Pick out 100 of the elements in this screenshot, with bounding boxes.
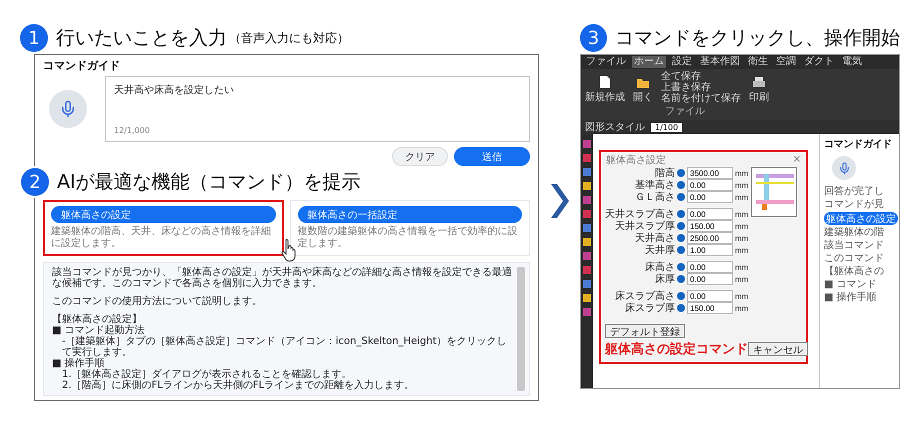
highlight-caption: 躯体高さの設定コマンド: [605, 340, 748, 358]
answer-text: 1.［躯体高さ設定］ダイアログが表示されることを確認します。: [61, 369, 353, 380]
unit-label: mm: [735, 222, 748, 230]
ribbon-group-label: ファイル: [665, 105, 705, 118]
side-panel-text: 該当コマンド: [824, 240, 885, 251]
step-title: コマンドをクリックし、操作開始: [615, 26, 900, 51]
save-menu-item[interactable]: 上書き保存: [661, 82, 741, 93]
answer-text: 【躯体高さの設定】: [52, 314, 142, 325]
step-title: 行いたいことを入力: [56, 26, 227, 51]
field-label: 階高: [654, 166, 675, 180]
height-input[interactable]: 150.00: [687, 302, 733, 314]
command-button[interactable]: 躯体高さの設定: [51, 206, 276, 223]
command-button[interactable]: 躯体高さの設定: [824, 212, 898, 225]
folder-icon: [636, 77, 650, 89]
menu-tab[interactable]: ファイル: [584, 56, 628, 68]
answer-text: 該当コマンドが見つかり、「躯体高さの設定」が天井高や床高などの詳細な高さ情報を設定できる最適な候補です。このコマンドで各高さを個別に入力できます。: [52, 267, 513, 289]
answer-text: -［建築躯体］タブの［躯体高さ設定］コマンド（アイコン：icon_Skelton_Height）をクリックして実行します。: [61, 336, 508, 358]
unit-label: mm: [735, 304, 748, 312]
printer-icon: [752, 76, 766, 89]
menu-tab[interactable]: 空調: [774, 56, 798, 68]
menu-tab[interactable]: 電気: [840, 56, 864, 68]
height-input[interactable]: 3500.00: [687, 167, 733, 179]
answer-text: 2.［階高］に床側のFLラインから天井側のFLラインまでの距離を入力します。: [61, 380, 416, 391]
close-button[interactable]: ×: [792, 154, 801, 165]
cancel-button[interactable]: キャンセル: [748, 342, 808, 356]
unit-label: mm: [735, 210, 748, 218]
field-label: 天井高さ: [634, 232, 675, 244]
character-counter: 12/1,000: [114, 126, 151, 135]
side-panel-text: コマンドが見: [824, 199, 885, 210]
next-arrow-icon: [551, 184, 569, 218]
unit-label: mm: [735, 192, 748, 202]
height-input[interactable]: 150.00: [687, 220, 733, 232]
step-note: （音声入力にも対応）: [229, 30, 349, 46]
field-label: ＧＬ高さ: [634, 190, 675, 204]
height-input[interactable]: 0.00: [687, 208, 733, 220]
menu-tab[interactable]: ホーム: [632, 56, 666, 68]
height-input[interactable]: 0.00: [687, 191, 733, 203]
unit-label: mm: [735, 180, 748, 190]
height-input[interactable]: 0.00: [687, 179, 733, 191]
menu-tab[interactable]: 衛生: [746, 56, 770, 68]
ribbon-label[interactable]: 開く: [633, 90, 653, 104]
ribbon-label[interactable]: 新規作成: [585, 90, 625, 104]
default-register-button[interactable]: デフォルト登録: [605, 324, 685, 338]
ribbon-label[interactable]: 印刷: [749, 90, 769, 104]
field-label: 床厚: [654, 272, 675, 286]
side-panel-text: ■ コマンド: [824, 279, 878, 290]
scale-field[interactable]: 1/100: [651, 122, 682, 132]
field-label: 床スラブ高さ: [614, 290, 675, 302]
height-input[interactable]: 2500.00: [687, 232, 733, 244]
unit-label: mm: [735, 262, 748, 272]
step-number-badge: 3: [580, 24, 607, 52]
answer-text: ■ 操作手順: [52, 358, 105, 369]
menu-tab[interactable]: 基本作図: [698, 56, 742, 68]
menu-tab[interactable]: 設定: [670, 56, 694, 68]
suggestion-card[interactable]: 躯体高さの設定 建築躯体の階高、天井、床などの高さ情報を詳細に設定します。: [43, 200, 284, 256]
menu-tab[interactable]: ダクト: [802, 56, 836, 68]
unit-label: mm: [735, 246, 748, 254]
send-button[interactable]: 送信: [454, 147, 530, 166]
height-input[interactable]: 0.00: [687, 261, 733, 273]
save-menu-item[interactable]: 全て保存: [661, 71, 741, 82]
field-label: 天井スラブ厚: [614, 220, 675, 232]
unit-label: mm: [735, 292, 748, 300]
step-number-badge: 1: [20, 24, 48, 52]
save-menu-item[interactable]: 名前を付けて保存: [661, 93, 741, 104]
height-input[interactable]: 0.00: [687, 273, 733, 285]
side-panel-text: 回答が完了し: [824, 186, 885, 197]
unit-label: mm: [735, 168, 748, 178]
microphone-icon: [59, 100, 77, 118]
message-field[interactable]: 天井高や床高を設定したい 12/1,000: [105, 76, 530, 142]
input-text: 天井高や床高を設定したい: [114, 84, 235, 97]
answer-text: ■ コマンド起動方法: [52, 325, 145, 336]
side-panel-text: このコマンド: [824, 253, 885, 264]
step-title: AIが最適な機能（コマンド）を提示: [57, 170, 361, 195]
side-panel-title: コマンドガイド: [824, 138, 893, 151]
suggestion-card[interactable]: 躯体高さの一括設定 複数階の建築躯体の高さ情報を一括で効率的に設定します。: [290, 200, 530, 256]
toolbar-label: 図形スタイル: [585, 121, 645, 134]
field-label: 基準高さ: [634, 178, 675, 192]
command-button[interactable]: 躯体高さの一括設定: [298, 206, 522, 223]
command-description: 複数階の建築躯体の高さ情報を一括で効率的に設定します。: [298, 226, 518, 250]
side-panel-text: 建築躯体の階: [824, 227, 885, 238]
section-diagram-drawing: [751, 167, 798, 217]
height-input[interactable]: 1.00: [687, 244, 733, 256]
side-panel-text: 【躯体高さの: [824, 266, 885, 277]
dialog-title: 躯体高さ設定: [606, 154, 666, 166]
field-label: 天井厚: [644, 244, 675, 257]
unit-label: mm: [735, 234, 748, 242]
unit-label: mm: [735, 274, 748, 284]
panel-title: コマンドガイド: [43, 58, 121, 72]
document-icon: [599, 75, 611, 89]
clear-button[interactable]: クリア: [392, 147, 448, 166]
step-number-badge: 2: [21, 168, 49, 196]
height-input[interactable]: 0.00: [687, 290, 733, 302]
field-label: 天井スラブ高さ: [605, 208, 675, 220]
field-label: 床スラブ厚: [624, 302, 675, 315]
field-label: 床高さ: [644, 260, 675, 274]
answer-text: このコマンドの使用方法について説明します。: [52, 296, 263, 307]
microphone-button[interactable]: [832, 156, 856, 180]
microphone-button[interactable]: [49, 90, 87, 128]
side-panel-text: ■ 操作手順: [824, 292, 878, 303]
command-description: 建築躯体の階高、天井、床などの高さ情報を詳細に設定します。: [51, 226, 272, 250]
